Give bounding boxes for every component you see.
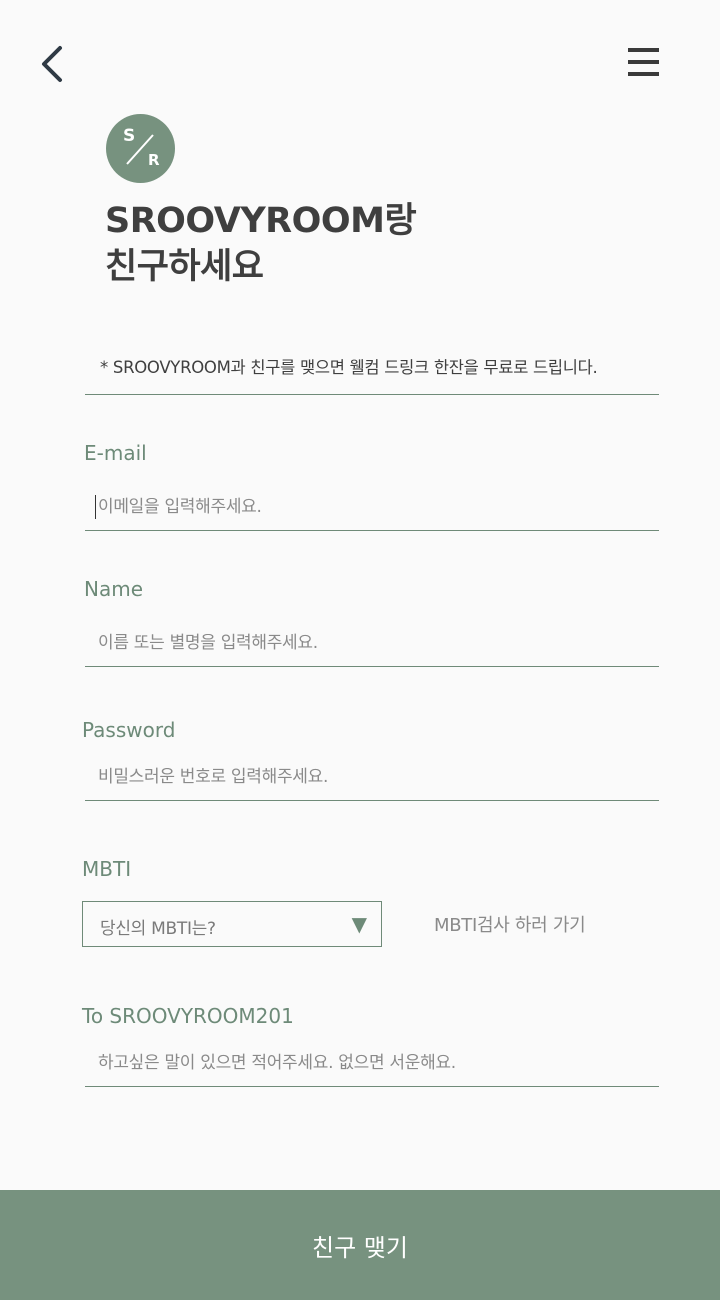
email-field[interactable]	[98, 493, 638, 521]
brand-logo: S R	[106, 114, 175, 183]
name-label: Name	[84, 577, 144, 601]
mbti-test-link[interactable]: MBTI검사 하러 가기	[434, 911, 586, 937]
menu-button[interactable]	[624, 44, 664, 80]
notice-divider	[85, 394, 659, 395]
password-label: Password	[82, 718, 176, 742]
logo-slash-mark	[126, 134, 154, 165]
mbti-label: MBTI	[82, 857, 132, 881]
password-underline	[85, 800, 659, 801]
mbti-select[interactable]: 당신의 MBTI는? ▼	[82, 901, 382, 947]
message-underline	[85, 1086, 659, 1087]
password-field[interactable]	[98, 763, 638, 791]
mbti-select-value: 당신의 MBTI는?	[100, 919, 216, 939]
back-button[interactable]	[36, 44, 72, 84]
message-label: To SROOVYROOM201	[82, 1004, 294, 1028]
welcome-notice: * SROOVYROOM과 친구를 맺으면 웰컴 드링크 한잔을 무료로 드립니…	[100, 358, 598, 377]
name-field[interactable]	[98, 629, 638, 657]
triangle-down-icon: ▼	[351, 912, 367, 936]
page-title-line1: SROOVYROOM랑	[105, 201, 417, 241]
name-underline	[85, 666, 659, 667]
logo-letter-s: S	[123, 126, 136, 146]
email-underline	[85, 530, 659, 531]
hamburger-menu-icon	[628, 48, 659, 76]
message-field[interactable]	[98, 1049, 638, 1077]
email-label: E-mail	[84, 441, 147, 465]
text-caret	[95, 495, 96, 519]
page-title: SROOVYROOM랑 친구하세요	[105, 198, 417, 290]
page-title-line2: 친구하세요	[105, 247, 264, 287]
chevron-left-icon	[42, 46, 62, 82]
add-friend-button[interactable]: 친구 맺기	[0, 1190, 720, 1300]
logo-letter-r: R	[148, 151, 160, 169]
